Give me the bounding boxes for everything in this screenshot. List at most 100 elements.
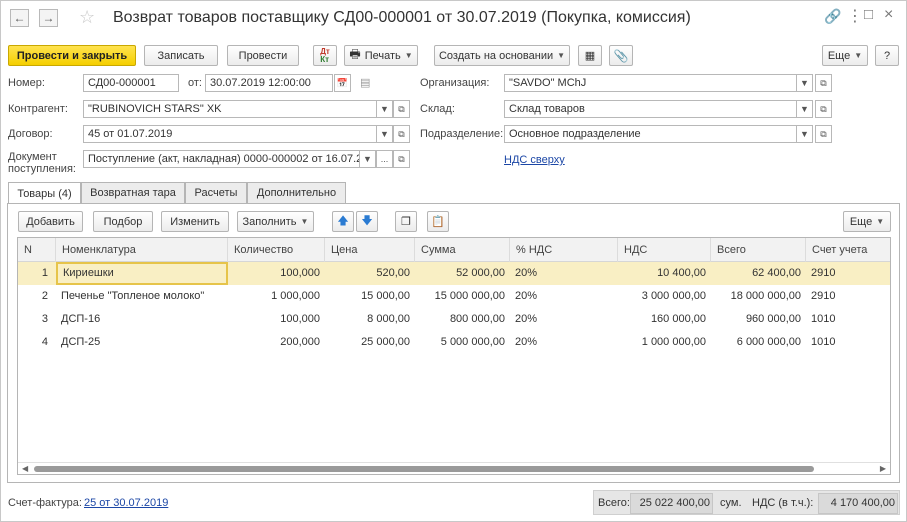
cell-total[interactable]: 6 000 000,00: [711, 331, 806, 354]
print-button[interactable]: 🖶 Печать ▼: [344, 45, 418, 66]
cell-vat-rate[interactable]: 20%: [510, 285, 618, 308]
table-row[interactable]: 1 Кириешки 100,000 520,00 52 000,00 20% …: [18, 262, 890, 285]
open-icon[interactable]: ⧉: [815, 100, 832, 118]
favorite-star-icon[interactable]: ☆: [79, 7, 95, 28]
warehouse-field[interactable]: Склад товаров: [504, 100, 797, 118]
help-button[interactable]: ?: [875, 45, 899, 66]
dt-kt-icon[interactable]: Дт Кт: [313, 45, 337, 66]
cell-vat[interactable]: 3 000 000,00: [618, 285, 711, 308]
col-total[interactable]: Всего: [711, 238, 806, 262]
select-button[interactable]: Подбор: [93, 211, 153, 232]
cell-vat[interactable]: 160 000,00: [618, 308, 711, 331]
col-vat-rate[interactable]: % НДС: [510, 238, 618, 262]
open-icon[interactable]: ⧉: [393, 150, 410, 168]
save-button[interactable]: Записать: [144, 45, 218, 66]
tab-goods[interactable]: Товары (4): [8, 182, 81, 204]
cell-sum[interactable]: 5 000 000,00: [415, 331, 510, 354]
organization-field[interactable]: "SAVDO" MChJ: [504, 74, 797, 92]
cell-quantity[interactable]: 100,000: [228, 308, 325, 331]
cell-price[interactable]: 15 000,00: [325, 285, 415, 308]
post-button[interactable]: Провести: [227, 45, 299, 66]
copy-icon[interactable]: ❐: [395, 211, 417, 232]
cell-account[interactable]: 2910: [806, 262, 890, 285]
edit-button[interactable]: Изменить: [161, 211, 229, 232]
structure-icon[interactable]: ▦: [578, 45, 602, 66]
chevron-down-icon[interactable]: ▼: [359, 150, 376, 168]
cell-account[interactable]: 1010: [806, 331, 890, 354]
cell-quantity[interactable]: 100,000: [228, 262, 325, 285]
cell-nomenclature[interactable]: ДСП-16: [56, 308, 228, 331]
tab-additional[interactable]: Дополнительно: [247, 182, 346, 203]
col-n[interactable]: N: [18, 238, 56, 262]
close-icon[interactable]: ×: [884, 6, 893, 24]
cell-sum[interactable]: 52 000,00: [415, 262, 510, 285]
table-more-button[interactable]: Еще ▼: [843, 211, 891, 232]
chevron-down-icon[interactable]: ▼: [376, 100, 393, 118]
move-down-icon[interactable]: 🡇: [356, 211, 378, 232]
table-row[interactable]: 4 ДСП-25 200,000 25 000,00 5 000 000,00 …: [18, 331, 890, 354]
cell-price[interactable]: 520,00: [325, 262, 415, 285]
attachment-icon[interactable]: 📎: [609, 45, 633, 66]
select-dots-icon[interactable]: ...: [376, 150, 393, 168]
cell-account[interactable]: 2910: [806, 285, 890, 308]
invoice-link[interactable]: 25 от 30.07.2019: [84, 497, 168, 509]
col-nomenclature[interactable]: Номенклатура: [56, 238, 228, 262]
cell-vat-rate[interactable]: 20%: [510, 262, 618, 285]
cell-account[interactable]: 1010: [806, 308, 890, 331]
chevron-down-icon[interactable]: ▼: [376, 125, 393, 143]
calendar-icon[interactable]: 📅: [334, 74, 351, 92]
menu-dots-icon[interactable]: ⋮: [847, 6, 863, 26]
tab-returnable-containers[interactable]: Возвратная тара: [81, 182, 185, 203]
chevron-down-icon[interactable]: ▼: [796, 100, 813, 118]
open-icon[interactable]: ⧉: [815, 125, 832, 143]
col-vat[interactable]: НДС: [618, 238, 711, 262]
cell-quantity[interactable]: 1 000,000: [228, 285, 325, 308]
paste-icon[interactable]: 📋: [427, 211, 449, 232]
number-field[interactable]: СД00-000001: [83, 74, 179, 92]
forward-arrow-icon[interactable]: →: [39, 9, 58, 27]
receipt-doc-field[interactable]: Поступление (акт, накладная) 0000-000002…: [83, 150, 360, 168]
comment-icon[interactable]: ▤: [360, 76, 370, 89]
fill-button[interactable]: Заполнить ▼: [237, 211, 314, 232]
create-based-on-button[interactable]: Создать на основании ▼: [434, 45, 570, 66]
counterparty-field[interactable]: "RUBINOVICH STARS" XK: [83, 100, 377, 118]
open-icon[interactable]: ⧉: [393, 100, 410, 118]
link-icon[interactable]: 🔗: [824, 8, 841, 25]
scroll-right-icon[interactable]: ▶: [880, 464, 886, 473]
tab-settlements[interactable]: Расчеты: [185, 182, 247, 203]
cell-price[interactable]: 25 000,00: [325, 331, 415, 354]
horizontal-scrollbar[interactable]: ◀ ▶: [18, 462, 890, 474]
cell-total[interactable]: 62 400,00: [711, 262, 806, 285]
cell-vat-rate[interactable]: 20%: [510, 308, 618, 331]
move-up-icon[interactable]: 🡅: [332, 211, 354, 232]
chevron-down-icon[interactable]: ▼: [796, 125, 813, 143]
cell-nomenclature[interactable]: Печенье "Топленое молоко": [56, 285, 228, 308]
cell-sum[interactable]: 15 000 000,00: [415, 285, 510, 308]
cell-quantity[interactable]: 200,000: [228, 331, 325, 354]
back-arrow-icon[interactable]: ←: [10, 9, 29, 27]
contract-field[interactable]: 45 от 01.07.2019: [83, 125, 377, 143]
scroll-left-icon[interactable]: ◀: [22, 464, 28, 473]
division-field[interactable]: Основное подразделение: [504, 125, 797, 143]
cell-total[interactable]: 960 000,00: [711, 308, 806, 331]
vat-on-top-link[interactable]: НДС сверху: [504, 154, 565, 166]
post-and-close-button[interactable]: Провести и закрыть: [8, 45, 136, 66]
maximize-icon[interactable]: □: [864, 6, 873, 23]
col-account[interactable]: Счет учета: [806, 238, 890, 262]
cell-nomenclature[interactable]: ДСП-25: [56, 331, 228, 354]
table-row[interactable]: 2 Печенье "Топленое молоко" 1 000,000 15…: [18, 285, 890, 308]
cell-vat[interactable]: 1 000 000,00: [618, 331, 711, 354]
cell-total[interactable]: 18 000 000,00: [711, 285, 806, 308]
table-row[interactable]: 3 ДСП-16 100,000 8 000,00 800 000,00 20%…: [18, 308, 890, 331]
scrollbar-thumb[interactable]: [34, 466, 814, 472]
open-icon[interactable]: ⧉: [393, 125, 410, 143]
chevron-down-icon[interactable]: ▼: [796, 74, 813, 92]
col-price[interactable]: Цена: [325, 238, 415, 262]
col-sum[interactable]: Сумма: [415, 238, 510, 262]
cell-price[interactable]: 8 000,00: [325, 308, 415, 331]
more-button[interactable]: Еще ▼: [822, 45, 868, 66]
open-icon[interactable]: ⧉: [815, 74, 832, 92]
col-quantity[interactable]: Количество: [228, 238, 325, 262]
cell-vat-rate[interactable]: 20%: [510, 331, 618, 354]
cell-nomenclature[interactable]: Кириешки: [56, 262, 228, 285]
